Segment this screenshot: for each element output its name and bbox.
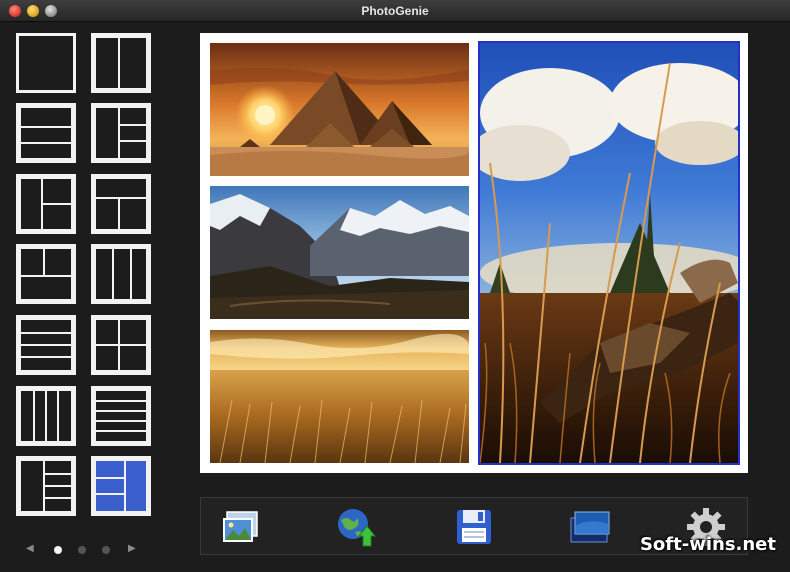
window-title: PhotoGenie [361, 4, 429, 18]
layout-12[interactable] [91, 386, 151, 446]
share-button[interactable] [335, 506, 377, 548]
app-window: PhotoGenie ◀ ▶ Soft-wins.net [0, 0, 790, 572]
set-desktop-button[interactable] [569, 506, 611, 548]
layout-picker [14, 31, 154, 521]
layout-13[interactable] [16, 456, 76, 516]
pyramids-image [210, 43, 469, 176]
watermark: Soft-wins.net [639, 534, 776, 555]
layout-7[interactable] [16, 244, 76, 304]
save-button[interactable] [453, 506, 495, 548]
photo-grass-driftwood[interactable] [478, 41, 740, 465]
photos-icon [223, 511, 258, 542]
photo-pyramids[interactable] [210, 43, 469, 176]
share-globe-icon [338, 509, 377, 547]
layout-5[interactable] [16, 174, 76, 234]
title-bar: PhotoGenie [0, 0, 790, 22]
layout-4[interactable] [91, 103, 151, 163]
collage-canvas [200, 33, 748, 473]
photo-mountains[interactable] [210, 186, 469, 319]
layout-8[interactable] [91, 244, 151, 304]
layout-1[interactable] [16, 33, 76, 93]
wheat-field-image [210, 330, 469, 463]
layout-14-selected[interactable] [91, 456, 151, 516]
photo-wheat-field[interactable] [210, 330, 469, 463]
pager-dot-2[interactable] [78, 546, 86, 554]
add-photos-button[interactable] [219, 506, 261, 548]
save-disk-icon [457, 510, 491, 544]
layout-pager: ◀ ▶ [22, 543, 142, 557]
layout-11[interactable] [16, 386, 76, 446]
mountains-image [210, 186, 469, 319]
pager-dot-3[interactable] [102, 546, 110, 554]
grass-driftwood-image [480, 43, 738, 463]
pager-prev-button[interactable]: ◀ [26, 543, 34, 554]
pager-next-button[interactable]: ▶ [128, 543, 136, 554]
layout-3[interactable] [16, 103, 76, 163]
pager-dot-1[interactable] [54, 546, 62, 554]
layout-6[interactable] [91, 174, 151, 234]
layout-9[interactable] [16, 315, 76, 375]
layout-10[interactable] [91, 315, 151, 375]
desktop-icon [570, 511, 610, 543]
layout-2[interactable] [91, 33, 151, 93]
